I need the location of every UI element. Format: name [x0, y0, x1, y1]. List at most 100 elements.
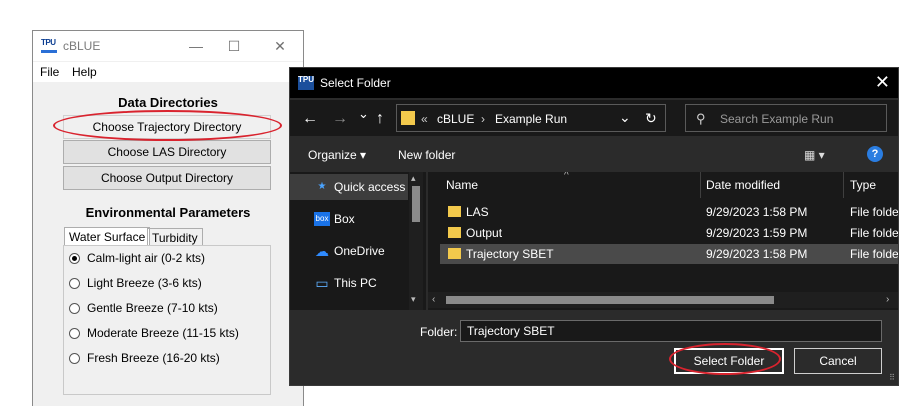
tab-water-surface[interactable]: Water Surface [64, 227, 151, 246]
nav-item-label: Quick access [334, 180, 406, 194]
folder-icon [448, 227, 461, 238]
file-list: Name ^ Date modified Type LAS 9/29/2023 … [428, 172, 898, 310]
view-options-icon[interactable]: ▦ ▾ [804, 148, 825, 162]
column-header-type[interactable]: Type [850, 178, 876, 192]
radio-label: Light Breeze (3-6 kts) [87, 276, 202, 290]
scroll-right-icon[interactable]: › [886, 294, 889, 305]
minimize-button[interactable]: — [181, 35, 211, 57]
column-header-name[interactable]: Name [446, 178, 478, 192]
command-bar: Organize ▾ New folder ▦ ▾ ? [290, 142, 898, 168]
folder-icon [448, 206, 461, 217]
forward-arrow-icon[interactable]: → [332, 110, 348, 128]
organize-button[interactable]: Organize ▾ [308, 148, 366, 162]
folder-icon [448, 248, 461, 259]
dialog-title: Select Folder [320, 76, 391, 90]
close-button[interactable]: ✕ [265, 35, 295, 57]
navigation-pane: ★ Quick access box Box ☁ OneDrive ▭ This… [290, 172, 426, 310]
scroll-left-icon[interactable]: ‹ [432, 294, 435, 305]
navigation-bar: ← → ⌄ ↑ « cBLUE › Example Run ⌄ ↻ ⚲ Sear… [290, 100, 898, 136]
column-header-date-modified[interactable]: Date modified [706, 178, 780, 192]
menu-help[interactable]: Help [72, 65, 97, 79]
nav-pane-scrollbar[interactable]: ▴ ▾ [409, 172, 423, 310]
folder-icon [401, 111, 415, 125]
scroll-down-icon[interactable]: ▾ [411, 294, 416, 305]
file-row-las[interactable]: LAS 9/29/2023 1:58 PM File folde [440, 202, 898, 222]
nav-item-onedrive[interactable]: ☁ OneDrive [290, 238, 408, 264]
breadcrumb-example-run[interactable]: Example Run [495, 112, 567, 126]
nav-item-label: Box [334, 212, 355, 226]
address-bar[interactable]: « cBLUE › Example Run ⌄ ↻ [396, 104, 666, 132]
app-icon-text: TPU [41, 38, 56, 47]
file-type: File folde [850, 205, 898, 219]
tab-turbidity[interactable]: Turbidity [147, 228, 203, 246]
dialog-app-icon: TPU [298, 76, 314, 90]
file-date: 9/29/2023 1:58 PM [706, 247, 808, 261]
dialog-title-bar: TPU Select Folder ✕ [290, 68, 898, 98]
environmental-parameters-heading: Environmental Parameters [85, 205, 251, 220]
data-directories-heading: Data Directories [118, 95, 218, 110]
search-icon: ⚲ [696, 111, 706, 126]
water-surface-pane [63, 245, 271, 395]
nav-item-label: OneDrive [334, 244, 385, 258]
file-name: Output [466, 226, 503, 240]
file-name: LAS [466, 205, 489, 219]
column-divider[interactable] [700, 172, 701, 198]
cblue-window-title: cBLUE [63, 39, 101, 53]
select-folder-dialog: TPU Select Folder ✕ ← → ⌄ ↑ « cBLUE › Ex… [289, 67, 899, 386]
refresh-icon[interactable]: ↻ [645, 110, 657, 127]
folder-input[interactable] [460, 320, 882, 342]
radio-button[interactable] [69, 303, 80, 314]
radio-label: Fresh Breeze (16-20 kts) [87, 351, 220, 365]
nav-item-quick-access[interactable]: ★ Quick access [290, 174, 408, 200]
dialog-close-icon[interactable]: ✕ [875, 72, 890, 93]
cblue-app-icon: TPU [41, 39, 57, 53]
radio-button[interactable] [69, 353, 80, 364]
choose-trajectory-directory-button[interactable]: Choose Trajectory Directory [63, 115, 271, 139]
file-date: 9/29/2023 1:58 PM [706, 205, 808, 219]
radio-button-selected[interactable] [69, 253, 80, 264]
cblue-window: TPU cBLUE — ☐ ✕ File Help Data Directori… [32, 30, 304, 406]
resize-grip-icon[interactable]: ⠿ [889, 373, 895, 382]
select-folder-button[interactable]: Select Folder [674, 348, 784, 374]
radio-button[interactable] [69, 328, 80, 339]
folder-label: Folder: [420, 325, 458, 339]
star-icon: ★ [317, 181, 327, 192]
nav-item-box[interactable]: box Box [290, 206, 408, 232]
address-dropdown-icon[interactable]: ⌄ [619, 109, 631, 126]
nav-item-this-pc[interactable]: ▭ This PC [290, 270, 408, 296]
recent-locations-chevron-icon[interactable]: ⌄ [358, 106, 369, 122]
scroll-thumb[interactable] [412, 186, 420, 222]
new-folder-button[interactable]: New folder [398, 148, 455, 162]
scroll-thumb[interactable] [446, 296, 774, 304]
back-arrow-icon[interactable]: ← [302, 110, 318, 128]
radio-label: Calm-light air (0-2 kts) [87, 251, 206, 265]
nav-item-label: This PC [334, 276, 377, 290]
file-row-output[interactable]: Output 9/29/2023 1:59 PM File folde [440, 223, 898, 243]
search-box[interactable]: ⚲ Search Example Run [685, 104, 887, 132]
up-arrow-icon[interactable]: ↑ [376, 110, 384, 128]
column-divider[interactable] [843, 172, 844, 198]
cancel-button[interactable]: Cancel [794, 348, 882, 374]
help-icon[interactable]: ? [867, 146, 883, 162]
computer-icon: ▭ [315, 275, 329, 291]
file-list-horizontal-scrollbar[interactable]: ‹ › [428, 292, 898, 308]
choose-output-directory-button[interactable]: Choose Output Directory [63, 166, 271, 190]
maximize-button[interactable]: ☐ [219, 35, 249, 57]
box-icon: box [314, 212, 330, 226]
scroll-up-icon[interactable]: ▴ [411, 173, 416, 184]
breadcrumb-separator-icon: › [481, 112, 485, 126]
file-type: File folde [850, 247, 898, 261]
file-type: File folde [850, 226, 898, 240]
file-name: Trajectory SBET [466, 247, 554, 261]
breadcrumb-cblue[interactable]: cBLUE [437, 112, 474, 126]
address-overflow-icon[interactable]: « [421, 112, 428, 126]
cblue-title-bar: TPU cBLUE — ☐ ✕ [33, 31, 303, 61]
cblue-menu-bar: File Help [33, 62, 303, 82]
search-placeholder: Search Example Run [720, 112, 834, 126]
radio-button[interactable] [69, 278, 80, 289]
dialog-icon-text: TPU [298, 75, 314, 84]
menu-file[interactable]: File [40, 65, 59, 79]
choose-las-directory-button[interactable]: Choose LAS Directory [63, 140, 271, 164]
file-row-trajectory-sbet[interactable]: Trajectory SBET 9/29/2023 1:58 PM File f… [440, 244, 898, 264]
sort-indicator-icon: ^ [564, 172, 569, 181]
